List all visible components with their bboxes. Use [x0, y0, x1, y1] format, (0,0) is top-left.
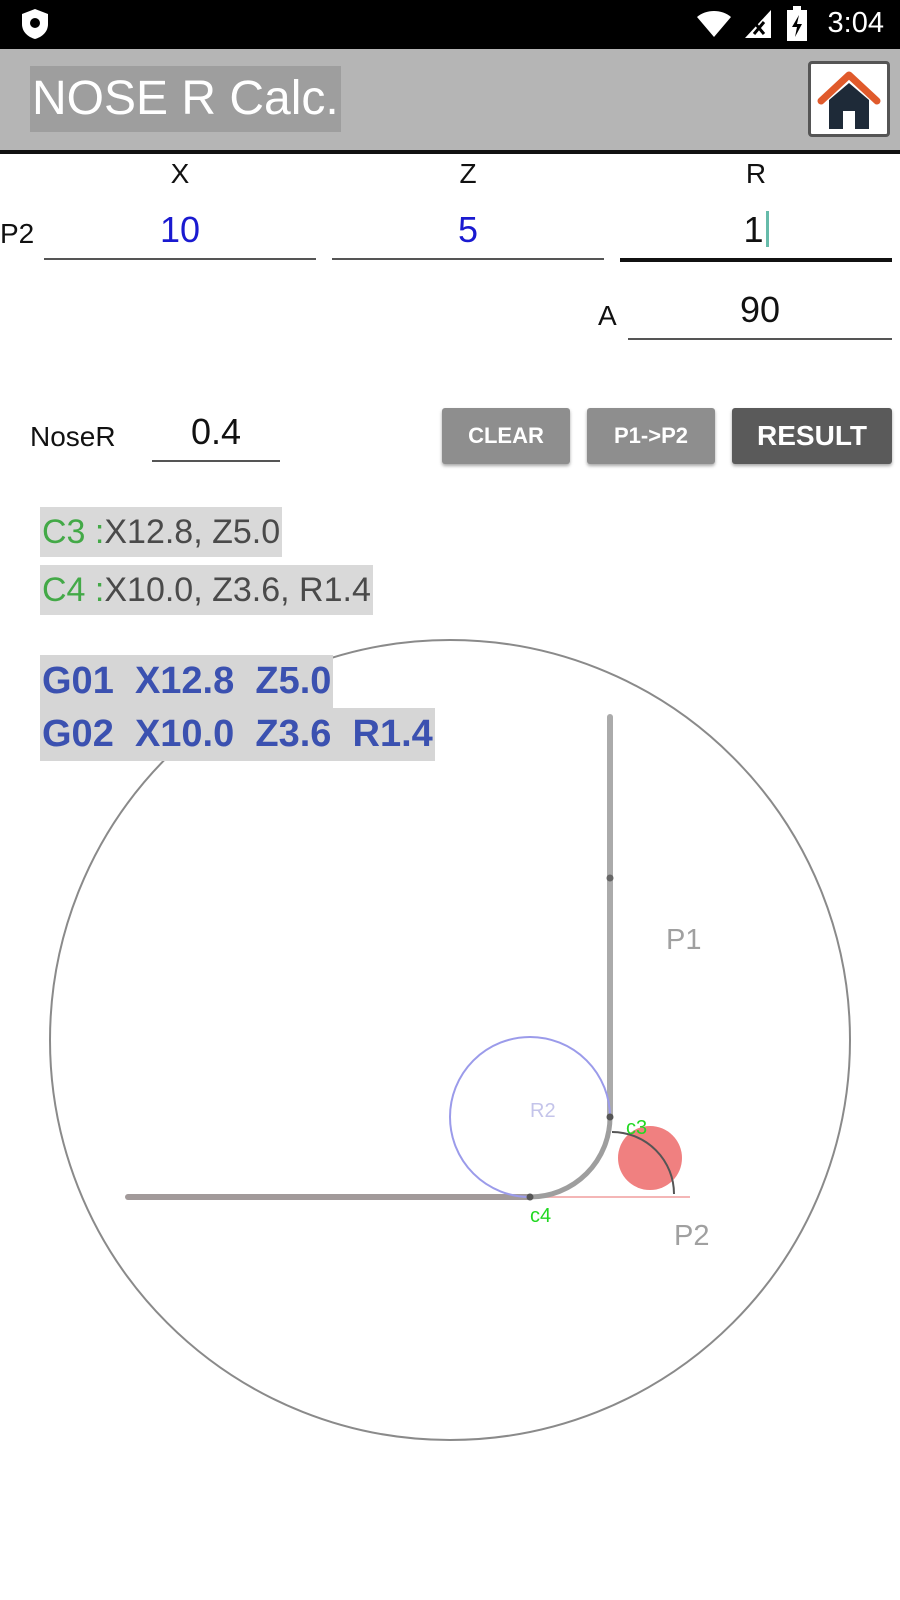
c3-result: C3 :X12.8, Z5.0	[40, 507, 283, 557]
p1-label: P1	[666, 924, 701, 956]
c4-result-value: X10.0, Z3.6, R1.4	[104, 571, 371, 609]
c3-result-key: C3 :	[42, 513, 105, 551]
c3-result-value: X12.8, Z5.0	[104, 513, 281, 551]
toolpath-diagram: P1 P2 R2 c3 c4	[49, 639, 851, 1441]
c4-result-key: C4 :	[42, 571, 105, 609]
fillet-arc	[529, 1116, 613, 1200]
p2-label: P2	[674, 1220, 709, 1252]
c3-point	[606, 1113, 614, 1121]
c4-label: c4	[530, 1205, 551, 1227]
c3-label: c3	[626, 1117, 647, 1139]
c4-result: C4 :X10.0, Z3.6, R1.4	[40, 565, 373, 615]
c4-point	[526, 1193, 534, 1201]
gcode-line-2: G02 X10.0 Z3.6 R1.4	[40, 708, 435, 761]
gcode-line-1: G01 X12.8 Z5.0	[40, 655, 334, 708]
r2-label: R2	[530, 1100, 556, 1122]
p1-point	[606, 874, 614, 882]
